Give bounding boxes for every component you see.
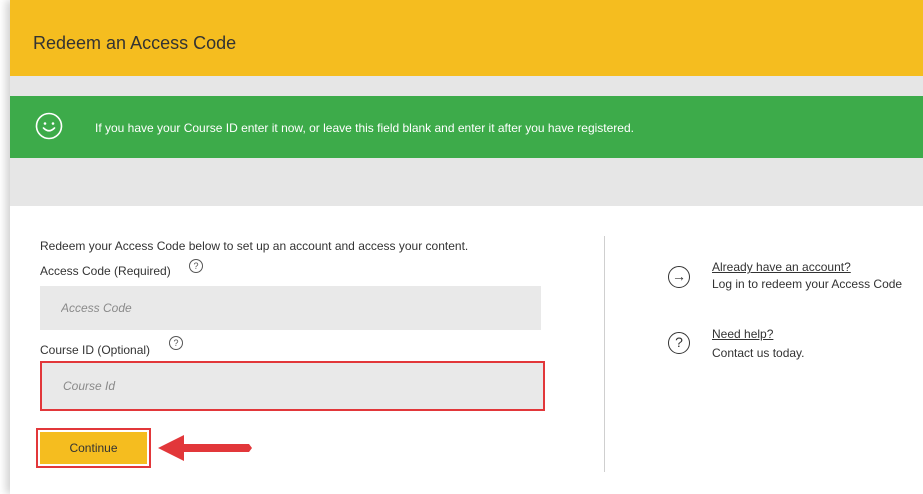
form-intro: Redeem your Access Code below to set up …: [40, 239, 469, 253]
course-id-label: Course ID (Optional): [40, 343, 151, 357]
banner-message: If you have your Course ID enter it now,…: [95, 121, 634, 135]
spacer-top: [10, 76, 923, 96]
spacer-bottom: [10, 158, 923, 206]
column-divider: [604, 236, 605, 472]
header-bar: Redeem an Access Code: [10, 0, 923, 76]
redeem-panel: Redeem an Access Code If you have your C…: [10, 0, 923, 494]
smiley-icon: [35, 112, 63, 140]
access-code-label: Access Code (Required): [40, 264, 171, 278]
help-text: Contact us today.: [712, 346, 805, 360]
page-title: Redeem an Access Code: [33, 33, 237, 53]
access-code-input[interactable]: [40, 286, 541, 330]
arrow-right-circle-icon: →: [668, 266, 690, 288]
access-code-help-icon[interactable]: ?: [189, 259, 203, 273]
course-id-highlight: [40, 361, 545, 411]
continue-button[interactable]: Continue: [40, 432, 147, 464]
arrow-pointer-icon: [158, 435, 252, 461]
question-circle-icon: ?: [668, 332, 690, 354]
course-id-help-icon[interactable]: ?: [169, 336, 183, 350]
account-login-text: Log in to redeem your Access Code: [712, 277, 903, 291]
account-login-link[interactable]: Already have an account?: [712, 260, 851, 274]
help-link[interactable]: Need help?: [712, 327, 773, 341]
info-banner: If you have your Course ID enter it now,…: [10, 96, 923, 158]
